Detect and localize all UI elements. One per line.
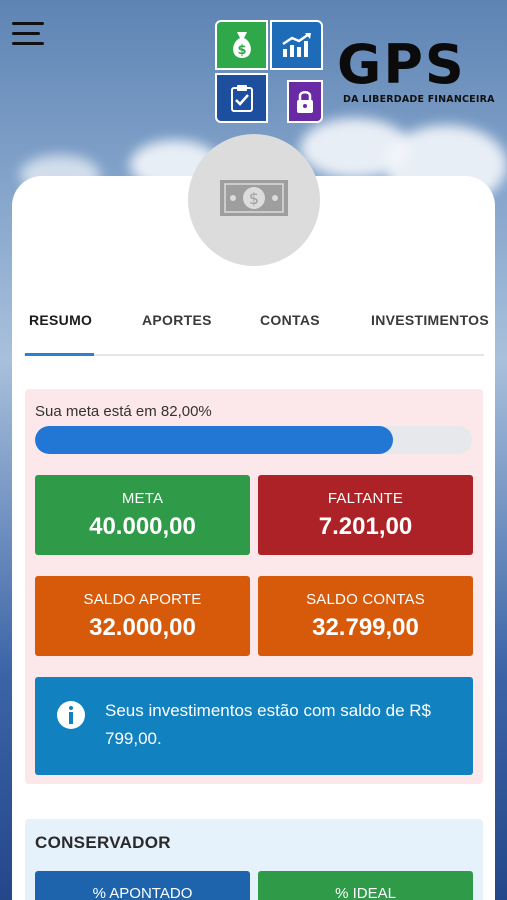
stat-label: FALTANTE bbox=[327, 490, 404, 507]
app-logo: $ bbox=[215, 20, 325, 124]
growth-chart-icon bbox=[270, 20, 323, 70]
tab-resumo[interactable]: RESUMO bbox=[29, 312, 92, 328]
goal-summary-panel: Sua meta está em 82,00% META 40.000,00 F… bbox=[25, 389, 483, 784]
stat-faltante: FALTANTE 7.201,00 bbox=[258, 475, 473, 555]
stat-saldo-aporte: SALDO APORTE 32.000,00 bbox=[35, 576, 250, 656]
stat-meta: META 40.000,00 bbox=[35, 475, 250, 555]
percent-apontado-button[interactable]: % APONTADO bbox=[35, 871, 250, 900]
investor-profile-panel: CONSERVADOR % APONTADO % IDEAL bbox=[25, 819, 483, 900]
info-text: Seus investimentos estão com saldo de R$… bbox=[105, 701, 432, 748]
percent-ideal-button[interactable]: % IDEAL bbox=[258, 871, 473, 900]
stat-value: 40.000,00 bbox=[89, 513, 196, 540]
active-tab-indicator bbox=[25, 353, 94, 356]
hamburger-menu-icon[interactable] bbox=[12, 22, 46, 48]
stat-value: 7.201,00 bbox=[318, 513, 413, 540]
svg-text:$: $ bbox=[237, 43, 246, 58]
stat-label: META bbox=[121, 490, 164, 507]
brand-tagline: DA LIBERDADE FINANCEIRA bbox=[343, 94, 495, 105]
stat-label: SALDO APORTE bbox=[83, 591, 202, 608]
info-icon bbox=[57, 701, 85, 729]
tab-contas[interactable]: CONTAS bbox=[260, 312, 320, 328]
stat-saldo-contas: SALDO CONTAS 32.799,00 bbox=[258, 576, 473, 656]
tab-investimentos[interactable]: INVESTIMENTOS bbox=[371, 312, 489, 328]
brand-name: GPS bbox=[337, 33, 466, 96]
money-bag-icon: $ bbox=[215, 20, 268, 70]
tab-bar: RESUMO APORTES CONTAS INVESTIMENTOS bbox=[24, 300, 489, 356]
avatar: $ bbox=[188, 134, 320, 266]
stat-label: SALDO CONTAS bbox=[306, 591, 425, 608]
padlock-icon bbox=[287, 80, 323, 123]
goal-progress-fill bbox=[35, 426, 394, 454]
brand-wordmark: GPS DA LIBERDADE FINANCEIRA bbox=[337, 33, 497, 106]
stat-value: 32.000,00 bbox=[89, 614, 196, 641]
goal-status-text: Sua meta está em 82,00% bbox=[35, 403, 212, 420]
goal-progress-bar bbox=[35, 426, 472, 454]
investment-info-banner: Seus investimentos estão com saldo de R$… bbox=[35, 677, 473, 775]
tab-aportes[interactable]: APORTES bbox=[142, 312, 212, 328]
svg-text:$: $ bbox=[249, 189, 259, 208]
banknote-icon: $ bbox=[219, 178, 289, 223]
clipboard-check-icon bbox=[215, 73, 268, 123]
stat-value: 32.799,00 bbox=[312, 614, 419, 641]
profile-title: CONSERVADOR bbox=[35, 833, 171, 852]
